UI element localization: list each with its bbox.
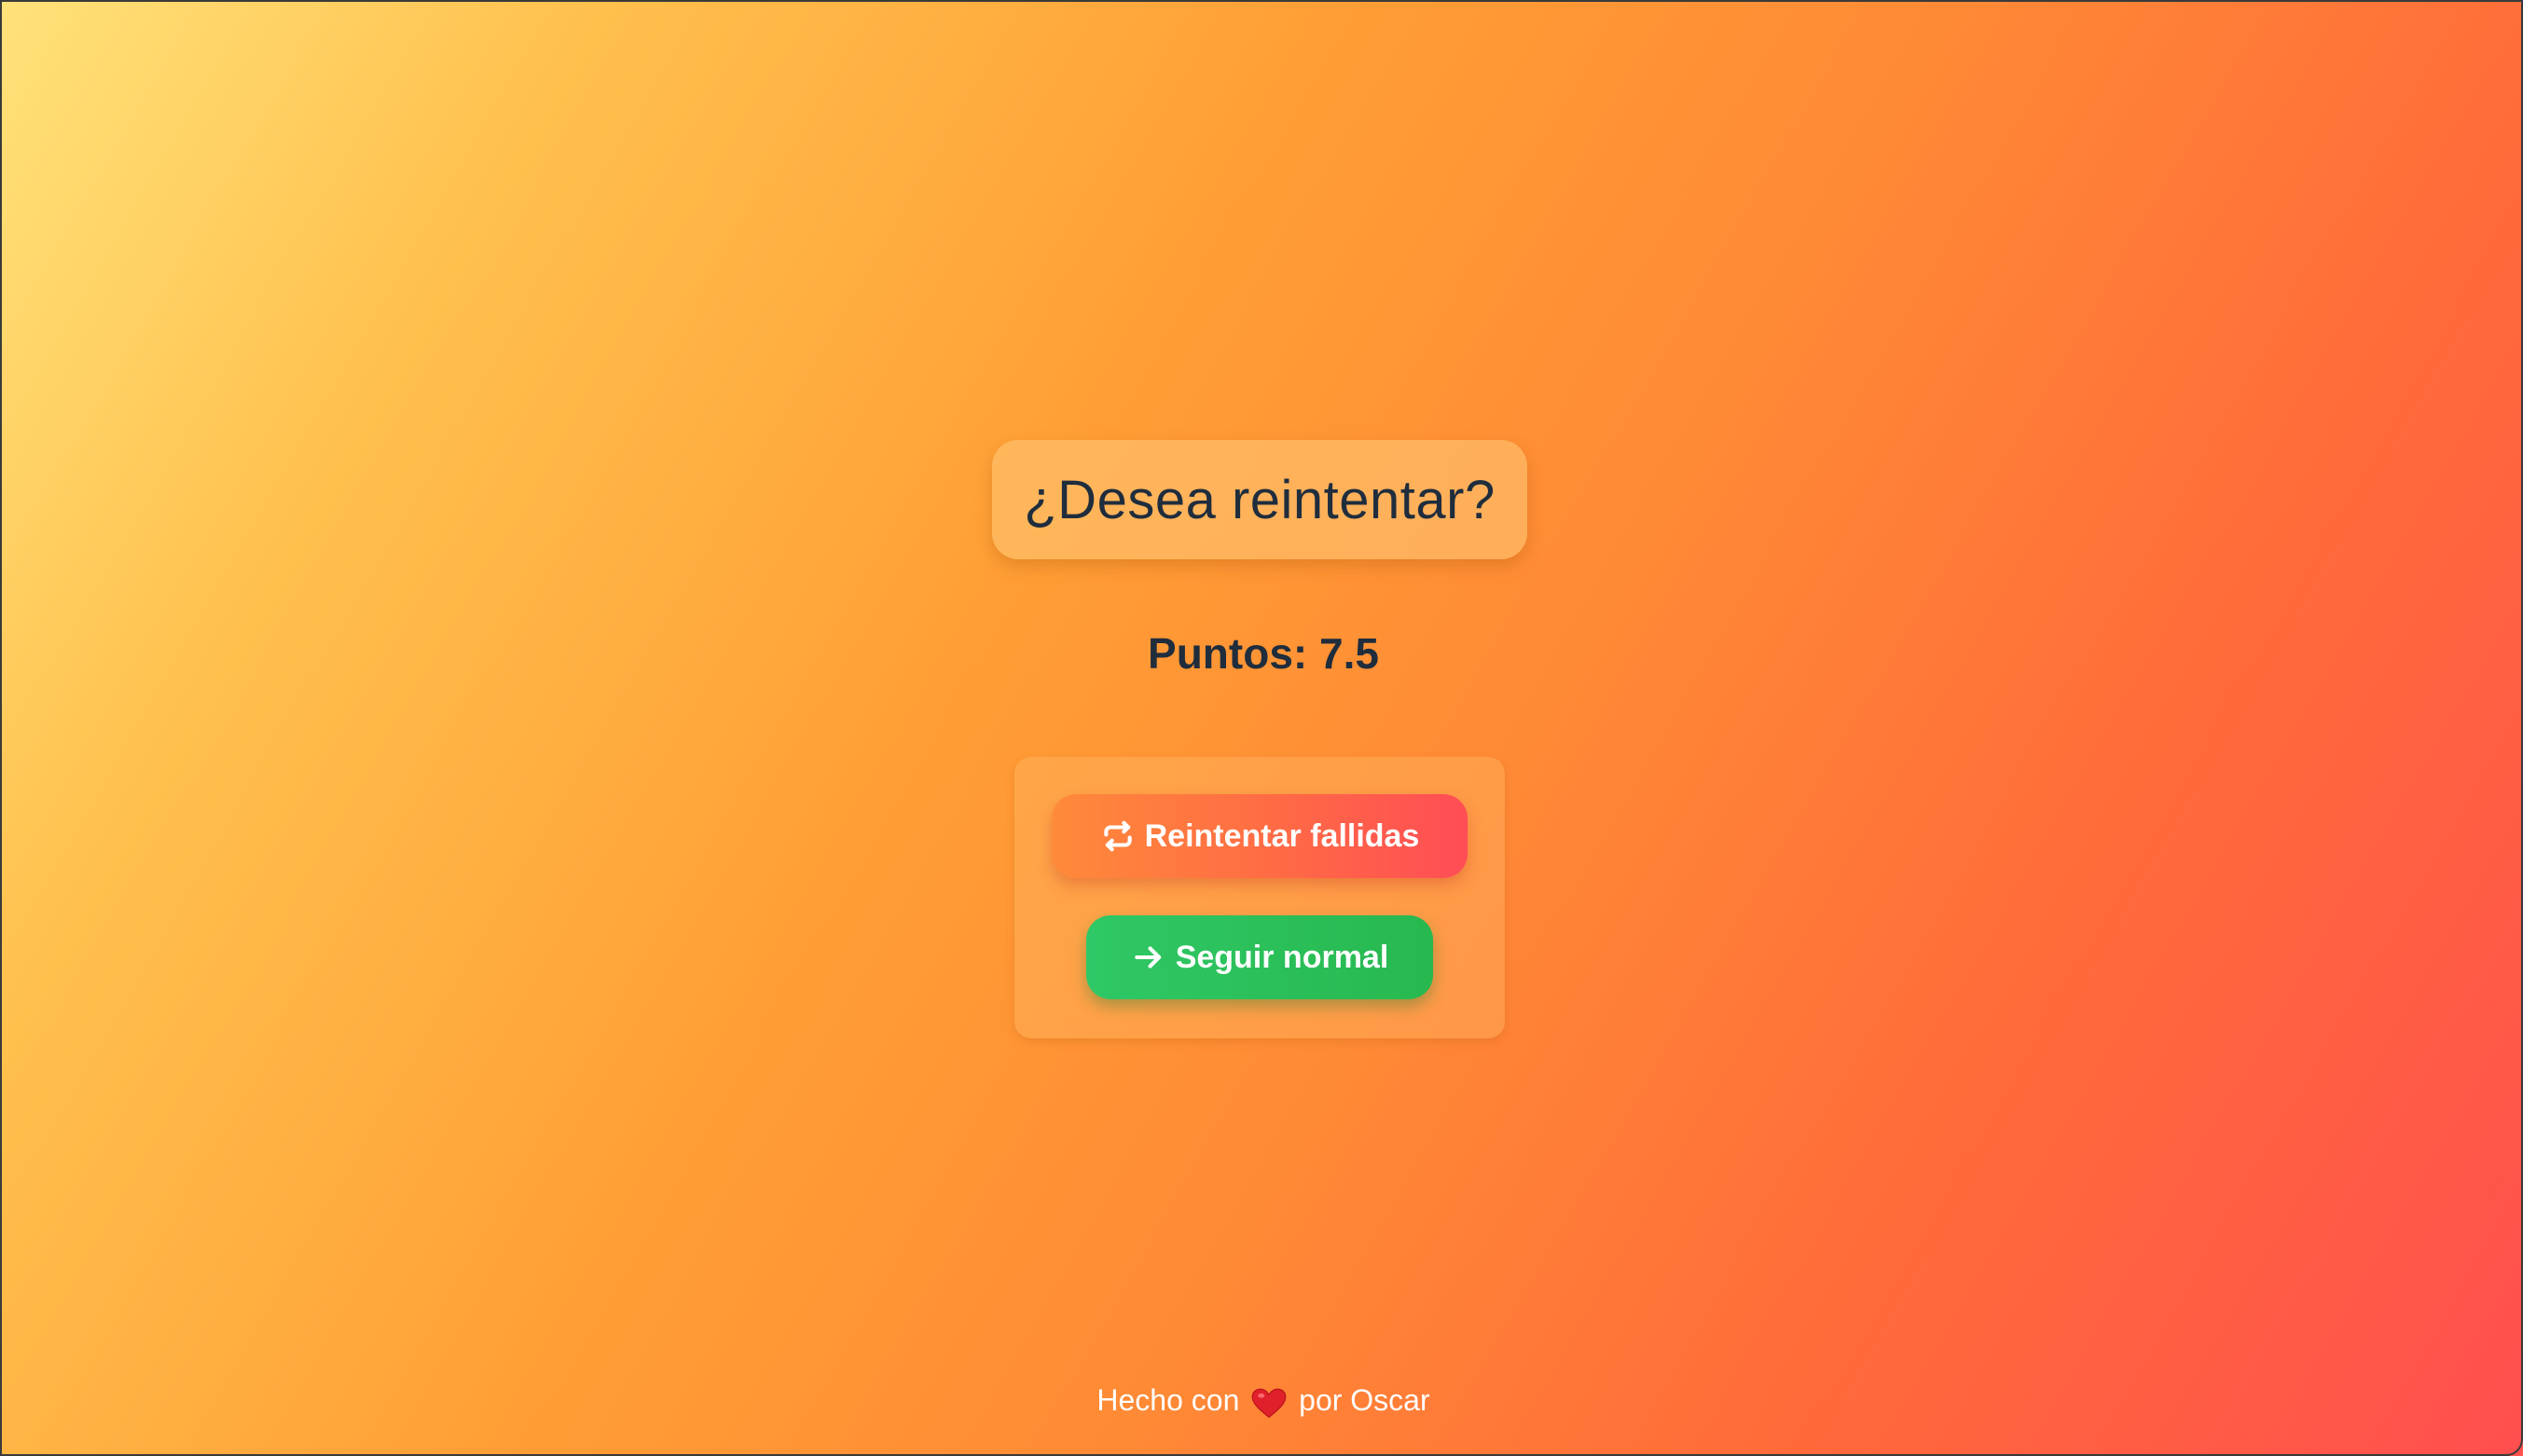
arrow-right-icon <box>1131 940 1166 975</box>
heart-icon <box>1251 1387 1287 1419</box>
dialog-title-card: ¿Desea reintentar? <box>992 440 1527 559</box>
retry-failed-label: Reintentar fallidas <box>1144 817 1420 854</box>
continue-normal-button[interactable]: Seguir normal <box>1086 915 1433 999</box>
page-title: ¿Desea reintentar? <box>1024 469 1496 530</box>
footer-made-with: Hecho con <box>1096 1383 1240 1417</box>
retry-failed-button[interactable]: Reintentar fallidas <box>1052 794 1468 878</box>
retry-arrows-icon <box>1100 818 1136 854</box>
continue-normal-label: Seguir normal <box>1175 939 1389 975</box>
footer-author: por Oscar <box>1299 1383 1430 1417</box>
footer-credit: Hecho con por Oscar <box>2 1383 2523 1419</box>
score-display: Puntos: 7.5 <box>1148 629 1379 678</box>
actions-panel: Reintentar fallidas Seguir normal <box>1014 757 1505 1038</box>
